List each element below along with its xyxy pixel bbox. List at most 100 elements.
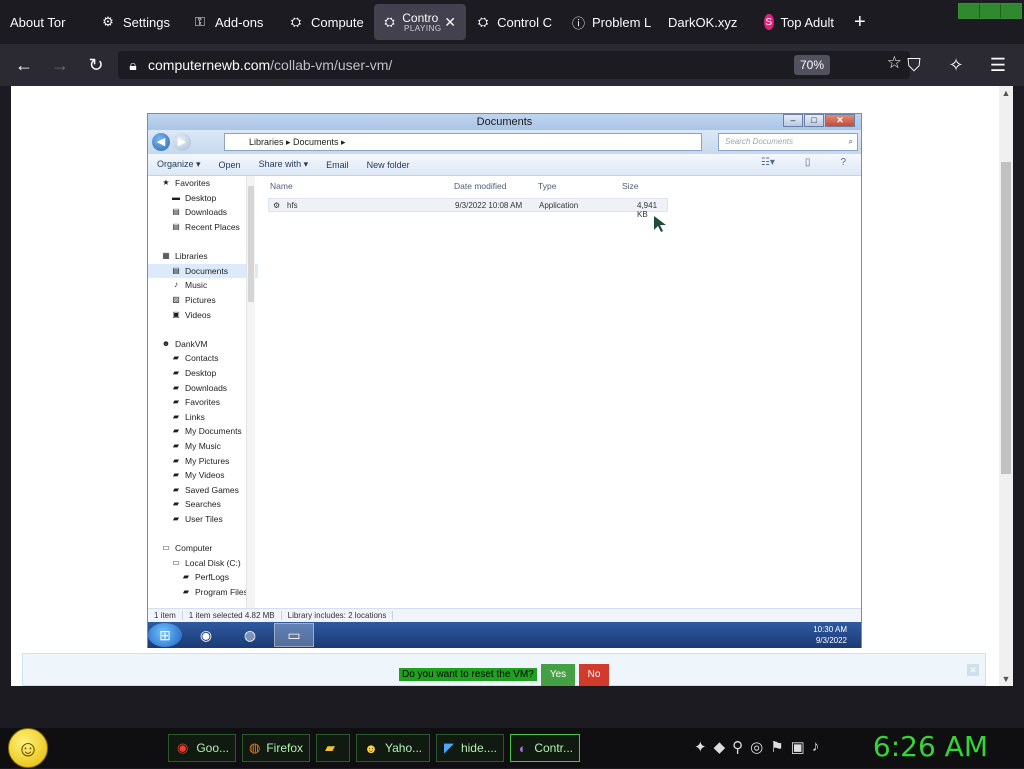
- taskbar-item-chrome[interactable]: ◉ Goo...: [168, 734, 236, 762]
- nav-item[interactable]: ▰ Saved Games: [148, 482, 258, 497]
- nav-item[interactable]: ▰ Program Files: [148, 585, 258, 600]
- view-options-icon[interactable]: ☷▾: [752, 157, 784, 168]
- nav-item[interactable]: ▭ Local Disk (C:): [148, 555, 258, 570]
- tab-control-playing[interactable]: ⛭ Contro PLAYING ✕: [374, 4, 466, 40]
- vote-no-button[interactable]: No: [579, 664, 609, 686]
- tab-darkok[interactable]: DarkOK.xyz: [658, 4, 754, 40]
- file-row[interactable]: ⚙ hfs 9/3/2022 10:08 AM Application 4,94…: [268, 198, 668, 219]
- nav-item[interactable]: ▰ My Music: [148, 439, 258, 454]
- tab-top-adult[interactable]: S Top Adult: [754, 4, 844, 40]
- tab-settings[interactable]: ⚙ Settings: [90, 4, 182, 40]
- flag-icon[interactable]: ⚑: [770, 738, 783, 756]
- yahoo-icon: ☻: [364, 740, 378, 756]
- explorer-taskbar-icon[interactable]: ▭: [274, 623, 314, 647]
- preview-pane-icon[interactable]: ▯: [796, 157, 820, 168]
- network-icon[interactable]: ◆: [714, 738, 726, 756]
- page-scroll-thumb[interactable]: [1001, 162, 1011, 474]
- nav-item[interactable]: ♪ Music: [148, 278, 258, 293]
- close-icon[interactable]: ✕: [967, 664, 979, 676]
- vote-yes-button[interactable]: Yes: [541, 664, 575, 686]
- file-type: Application: [539, 201, 579, 210]
- nav-item[interactable]: ▭ Computer: [148, 541, 258, 556]
- reload-button[interactable]: ↻: [78, 49, 114, 81]
- share-with-button[interactable]: Share with ▾: [250, 159, 318, 170]
- url-bar[interactable]: 🔒︎ computernewb.com/collab-vm/user-vm/ 7…: [118, 51, 910, 79]
- nav-item[interactable]: ▨ Pictures: [148, 293, 258, 308]
- nav-item[interactable]: ☻ DankVM: [148, 337, 258, 352]
- new-folder-button[interactable]: New folder: [358, 160, 419, 170]
- maximize-button[interactable]: □: [804, 114, 824, 127]
- explorer-forward-button[interactable]: ▶: [173, 133, 191, 151]
- nav-item-label: PerfLogs: [195, 572, 230, 583]
- explorer-address-bar[interactable]: Libraries ▸ Documents ▸: [224, 133, 702, 151]
- nav-item[interactable]: ▤ Documents: [148, 263, 258, 279]
- chrome-icon[interactable]: ◉: [186, 623, 226, 647]
- column-size[interactable]: Size: [622, 181, 639, 191]
- navigation-pane-scrollbar[interactable]: [246, 176, 255, 608]
- nav-item[interactable]: ▦ Libraries: [148, 249, 258, 264]
- nav-item[interactable]: ★ Favorites: [148, 176, 258, 191]
- nav-item[interactable]: ▰ PerfLogs: [148, 570, 258, 585]
- nav-item-label: Desktop: [185, 368, 217, 379]
- column-type[interactable]: Type: [538, 181, 556, 191]
- taskbar-item-yahoo[interactable]: ☻ Yaho...: [356, 734, 430, 762]
- nav-item[interactable]: ▰ User Tiles: [148, 512, 258, 527]
- magic-wand-icon[interactable]: ✧: [938, 49, 974, 81]
- column-date-modified[interactable]: Date modified: [454, 181, 506, 191]
- nav-item[interactable]: ▰ Downloads: [148, 380, 258, 395]
- search-icon[interactable]: ⚲: [732, 738, 743, 756]
- open-button[interactable]: Open: [210, 160, 250, 170]
- firefox-icon[interactable]: ◍: [230, 623, 270, 647]
- vm-screen[interactable]: Documents – □ ✕ ◀ ▶ Libraries ▸ Document…: [147, 113, 862, 648]
- nav-item[interactable]: ▰ Desktop: [148, 366, 258, 381]
- tab-addons[interactable]: ⚿ Add-ons: [182, 4, 278, 40]
- nav-item[interactable]: ▤ Downloads: [148, 205, 258, 220]
- mute-icon[interactable]: ◎: [750, 738, 763, 756]
- menu-icon[interactable]: ☰: [980, 49, 1016, 81]
- nav-item[interactable]: ▰ My Videos: [148, 468, 258, 483]
- taskbar-item-firefox[interactable]: ◍ Firefox: [242, 734, 310, 762]
- taskbar-item-vpn[interactable]: ◤ hide....: [436, 734, 504, 762]
- zoom-indicator[interactable]: 70%: [793, 55, 830, 75]
- nav-item[interactable]: ▣ Videos: [148, 307, 258, 322]
- scroll-up-icon[interactable]: ▲: [999, 86, 1013, 100]
- url-host: computernewb.com: [148, 57, 271, 73]
- navigation-pane-scroll-thumb[interactable]: [248, 186, 254, 302]
- close-button[interactable]: ✕: [825, 114, 855, 127]
- nav-item[interactable]: ▰ Searches: [148, 497, 258, 512]
- email-button[interactable]: Email: [317, 160, 358, 170]
- explorer-back-button[interactable]: ◀: [152, 133, 170, 151]
- taskbar-item-tor[interactable]: ◐ Contr...: [510, 734, 580, 762]
- shield-icon[interactable]: ⛉: [896, 49, 932, 81]
- display-icon[interactable]: ▣: [791, 738, 805, 756]
- organize-button[interactable]: Organize ▾: [148, 159, 210, 170]
- forward-button[interactable]: →: [42, 49, 78, 81]
- nav-item[interactable]: ▤ Recent Places: [148, 220, 258, 235]
- scroll-down-icon[interactable]: ▼: [999, 672, 1013, 686]
- nav-item[interactable]: ▬ Desktop: [148, 191, 258, 206]
- nav-item[interactable]: ▰ Contacts: [148, 351, 258, 366]
- volume-icon[interactable]: ♪: [812, 738, 820, 756]
- tab-about-tor[interactable]: About Tor: [0, 4, 90, 40]
- help-icon[interactable]: ?: [831, 157, 855, 168]
- nav-item[interactable]: ▰ Favorites: [148, 395, 258, 410]
- explorer-search-input[interactable]: Search Documents ⌕: [718, 133, 858, 151]
- tab-control-c[interactable]: ⛭ Control C: [466, 4, 562, 40]
- windows-start-button[interactable]: ⊞: [148, 623, 182, 647]
- app-tray-icon[interactable]: ✦: [694, 738, 707, 756]
- start-smiley-icon[interactable]: ☺: [8, 728, 48, 768]
- nav-item-icon: ▣: [172, 309, 180, 319]
- tab-problem[interactable]: ⓘ Problem L: [562, 4, 658, 40]
- tab-computernewb[interactable]: ⛭ Compute: [278, 4, 374, 40]
- nav-item[interactable]: ▰ My Pictures: [148, 453, 258, 468]
- nav-item[interactable]: ▰ My Documents: [148, 424, 258, 439]
- column-name[interactable]: Name: [270, 181, 293, 191]
- close-icon[interactable]: ✕: [444, 14, 456, 31]
- nav-item-icon: ▨: [172, 295, 180, 305]
- page-scrollbar[interactable]: ▲ ▼: [999, 86, 1013, 686]
- minimize-button[interactable]: –: [783, 114, 803, 127]
- back-button[interactable]: ←: [6, 49, 42, 81]
- new-tab-button[interactable]: +: [854, 11, 866, 34]
- taskbar-item-folder[interactable]: ▰: [316, 734, 350, 762]
- nav-item[interactable]: ▰ Links: [148, 410, 258, 425]
